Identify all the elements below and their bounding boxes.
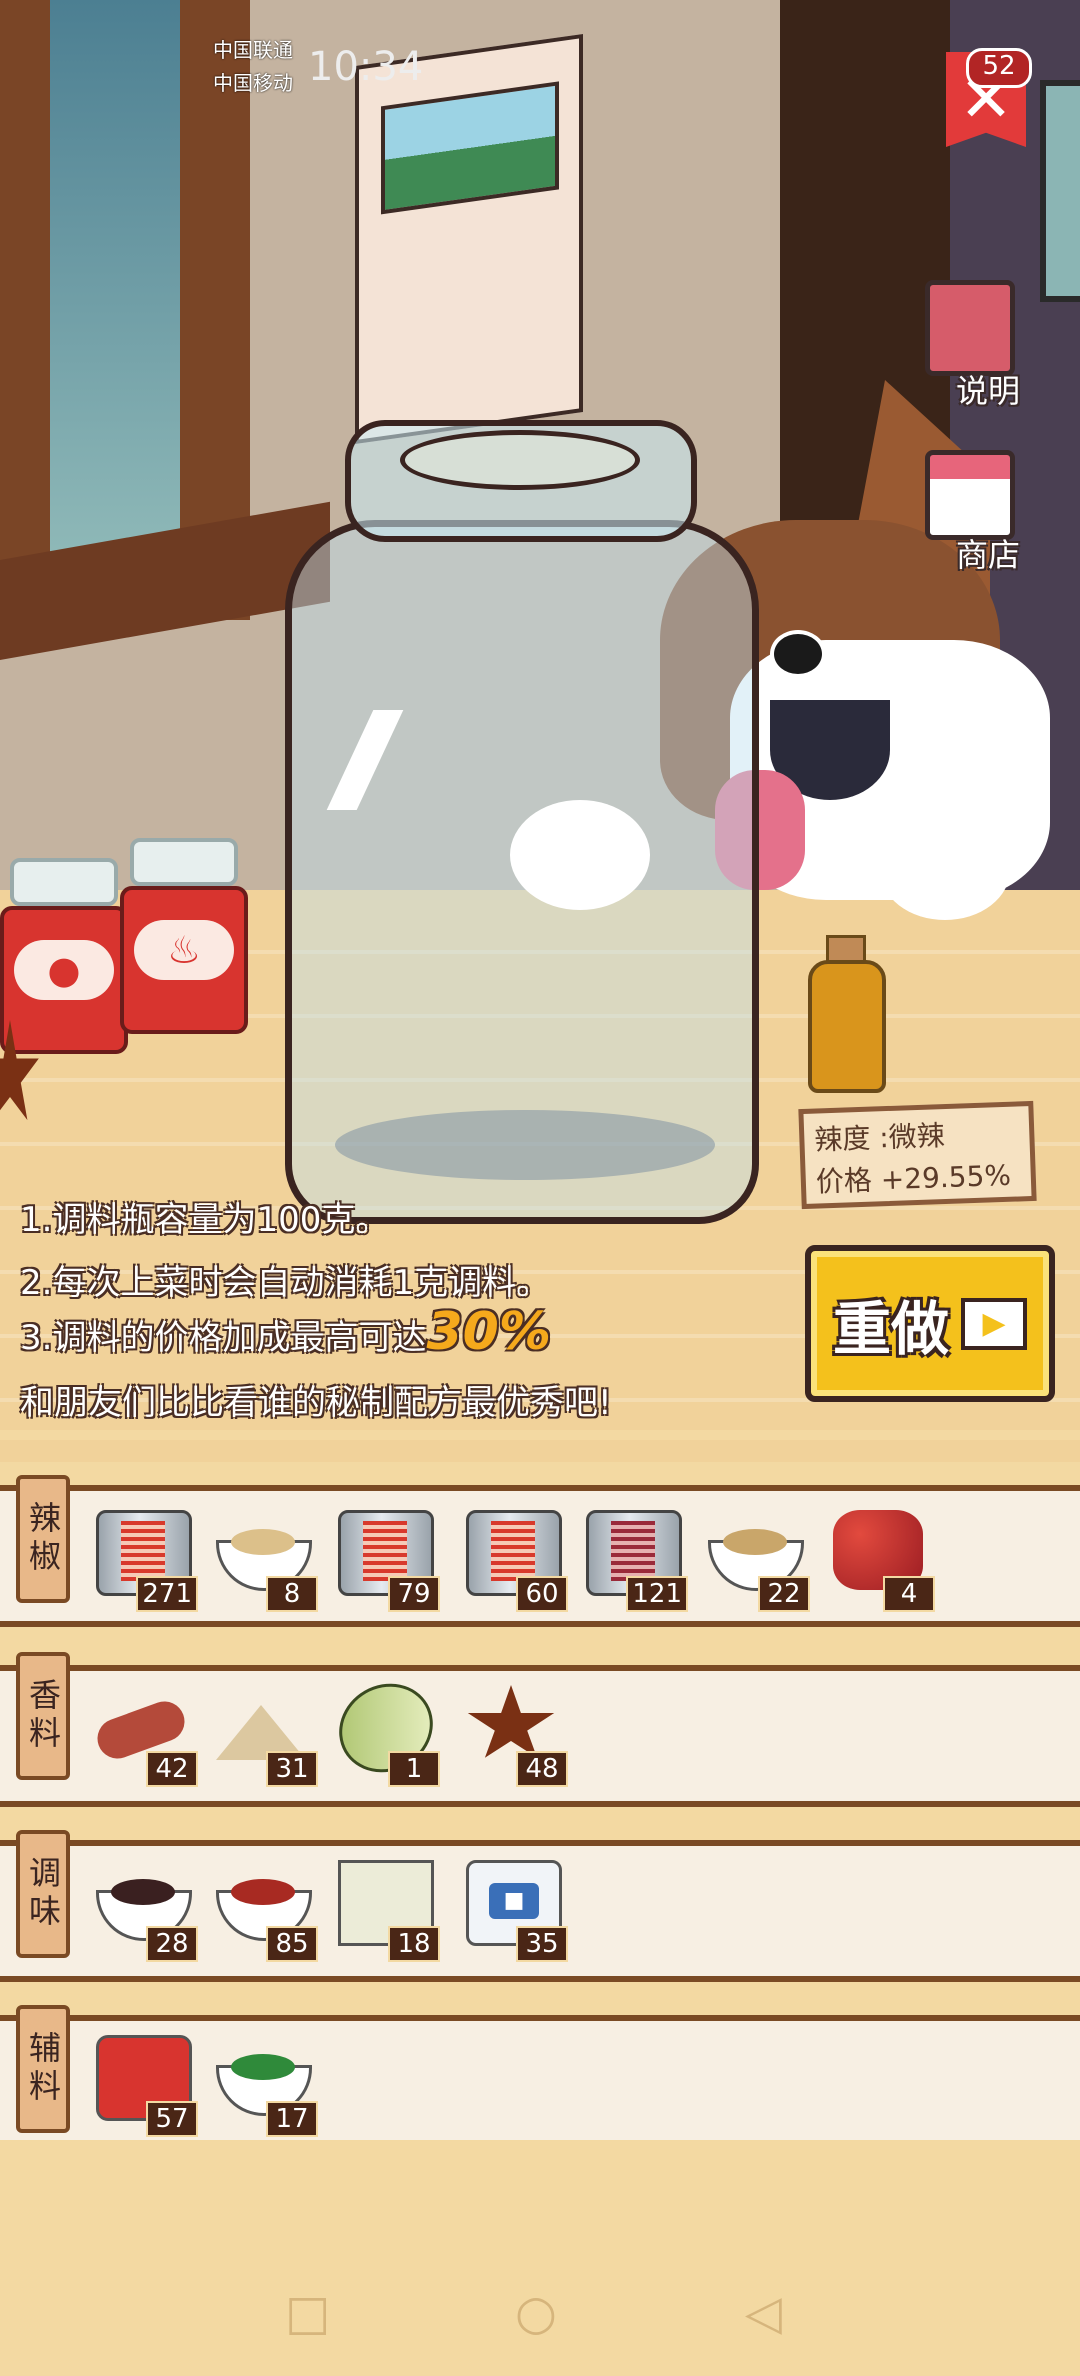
calendar-picture: [381, 81, 559, 215]
can-contents: [363, 1521, 407, 1581]
bowl-contents: [231, 1529, 295, 1555]
ingredient-item[interactable]: 121: [578, 1500, 688, 1612]
item-count: 85: [266, 1926, 318, 1962]
tip-line-4: 和朋友们比比看谁的秘制配方最优秀吧!: [20, 1383, 612, 1423]
chili-icon: ♨: [134, 920, 234, 980]
bowl-contents: [111, 1879, 175, 1905]
tip-line-1: 1.调料瓶容量为100克。: [20, 1200, 390, 1240]
oil-bottle-icon: [808, 960, 886, 1093]
ingredient-item[interactable]: 48: [458, 1675, 568, 1787]
ingredient-item[interactable]: 17: [208, 2025, 318, 2137]
can-contents: [491, 1521, 535, 1581]
nav-home-button[interactable]: ○: [515, 2285, 557, 2341]
category-tag-spice[interactable]: 香料: [16, 1652, 70, 1780]
jar-lid: [130, 838, 238, 886]
item-count: 42: [146, 1751, 198, 1787]
shop-icon: [925, 450, 1015, 540]
ingredient-item[interactable]: 28: [88, 1850, 198, 1962]
item-count: 17: [266, 2101, 318, 2137]
nav-recent-button[interactable]: □: [285, 2285, 330, 2341]
ingredient-item[interactable]: ■ 35: [458, 1850, 568, 1962]
ingredient-item[interactable]: 4: [825, 1500, 935, 1612]
ingredient-item[interactable]: 42: [88, 1675, 198, 1787]
ingredient-item[interactable]: 18: [330, 1850, 440, 1962]
shelf-divider: [0, 1440, 1080, 1462]
salt-mark: ■: [489, 1883, 539, 1919]
bowl-contents: [231, 2054, 295, 2080]
ingredient-item[interactable]: 271: [88, 1500, 198, 1612]
tip-line-2: 2.每次上菜时会自动消耗1克调料。: [20, 1263, 551, 1303]
category-tag-auxiliary[interactable]: 辅料: [16, 2005, 70, 2133]
ingredient-item[interactable]: 1: [322, 1666, 450, 1790]
jar-lid: [10, 858, 118, 906]
tip-line-3-text: 3.调料的价格加成最高可达: [20, 1318, 427, 1358]
item-count: 35: [516, 1926, 568, 1962]
category-tag-chili[interactable]: 辣椒: [16, 1475, 70, 1603]
shop-button[interactable]: 商店: [920, 450, 1020, 576]
ingredient-item[interactable]: 60: [458, 1500, 568, 1612]
ingredient-item[interactable]: 79: [330, 1500, 440, 1612]
window-glass: [50, 0, 180, 560]
item-count: 31: [266, 1751, 318, 1787]
item-count: 271: [136, 1576, 198, 1612]
item-count: 8: [266, 1576, 318, 1612]
ingredient-item[interactable]: 31: [208, 1675, 318, 1787]
dog-paw-left: [510, 800, 650, 910]
seasoning-info-tag: 辣度 :微辣 价格 +29.55%: [798, 1100, 1037, 1210]
tip-line-3: 3.调料的价格加成最高可达30%: [20, 1302, 551, 1362]
redo-label: 重做: [832, 1294, 949, 1363]
nav-back-button[interactable]: ◁: [745, 2285, 782, 2341]
shop-label: 商店: [955, 536, 1020, 574]
book-icon: [925, 280, 1015, 376]
price-bonus-text: 价格 +29.55%: [815, 1158, 1012, 1199]
bowl-contents: [723, 1529, 787, 1555]
instructions-button[interactable]: 说明: [920, 280, 1020, 412]
wall-picture-frame: [1040, 80, 1080, 302]
category-tag-seasoning[interactable]: 调味: [16, 1830, 70, 1958]
instructions-label: 说明: [955, 372, 1020, 410]
ingredient-item[interactable]: 22: [700, 1500, 810, 1612]
jar-body: ●: [0, 906, 128, 1054]
can-contents: [121, 1521, 165, 1581]
status-time: 10:34: [308, 44, 424, 90]
ingredient-item[interactable]: 8: [208, 1500, 318, 1612]
chili-jar-decor: ♨: [120, 838, 248, 1034]
item-count: 121: [626, 1576, 688, 1612]
redo-button[interactable]: 重做 ▶: [805, 1245, 1055, 1402]
item-count: 18: [388, 1926, 440, 1962]
jar-opening: [400, 430, 640, 490]
ingredient-item[interactable]: 57: [88, 2025, 198, 2137]
can-contents: [611, 1521, 655, 1581]
close-count-badge: 52: [966, 48, 1032, 88]
item-count: 1: [388, 1751, 440, 1787]
carrier-1: 中国联通: [213, 38, 293, 62]
tomato-icon: ●: [14, 940, 114, 1000]
dog-eye: [770, 630, 826, 678]
item-count: 57: [146, 2101, 198, 2137]
jar-body: ♨: [120, 886, 248, 1034]
play-icon: ▶: [961, 1297, 1027, 1350]
item-count: 22: [758, 1576, 810, 1612]
item-count: 48: [516, 1751, 568, 1787]
bowl-contents: [231, 1879, 295, 1905]
item-count: 79: [388, 1576, 440, 1612]
item-count: 60: [516, 1576, 568, 1612]
jar-bottom-shadow: [335, 1110, 715, 1180]
dog-paw-right: [880, 820, 1010, 920]
tip-line-3-highlight: 30%: [426, 1302, 551, 1362]
carrier-2: 中国移动: [213, 71, 293, 95]
spiciness-text: 辣度 :微辣: [813, 1119, 946, 1157]
wall-calendar: [355, 33, 583, 445]
item-count: 28: [146, 1926, 198, 1962]
tomato-jar-decor: ●: [0, 858, 128, 1054]
ingredient-item[interactable]: 85: [208, 1850, 318, 1962]
item-count: 4: [883, 1576, 935, 1612]
